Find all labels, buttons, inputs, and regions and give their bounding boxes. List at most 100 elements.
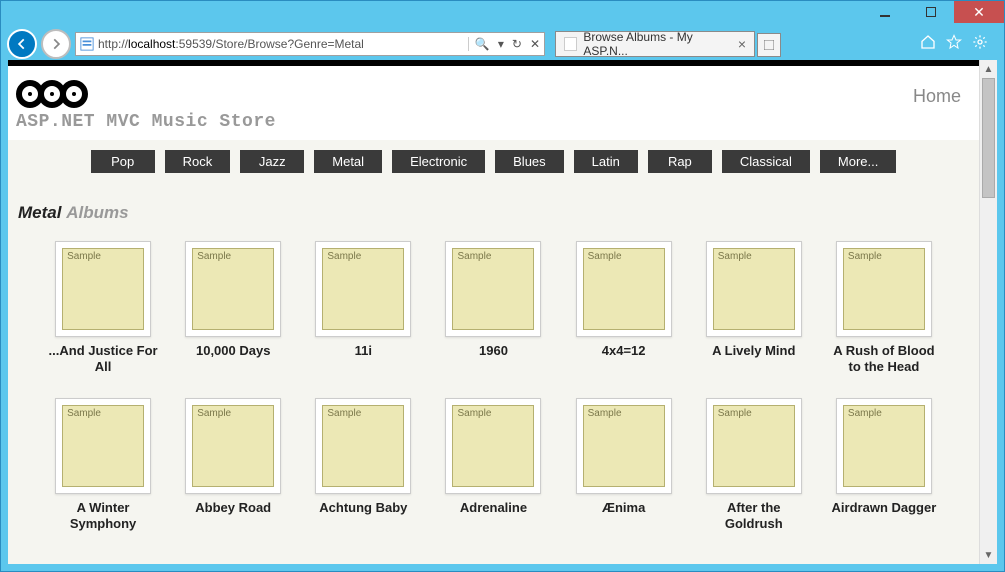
genre-button-classical[interactable]: Classical [722,150,810,173]
album-item[interactable]: Sample A Winter Symphony [48,398,158,533]
site-header: ASP.NET MVC Music Store Home [8,66,979,140]
forward-button[interactable] [41,29,71,59]
scroll-up-icon[interactable]: ▲ [980,60,997,78]
sample-label: Sample [457,408,491,419]
url-rest: :59539/Store/Browse?Genre=Metal [175,37,363,51]
genre-button-electronic[interactable]: Electronic [392,150,485,173]
album-cover[interactable]: Sample [836,241,932,337]
album-art-placeholder: Sample [322,405,404,487]
album-cover[interactable]: Sample [706,241,802,337]
sample-label: Sample [67,251,101,262]
brand: ASP.NET MVC Music Store [16,80,276,132]
album-item[interactable]: SampleAchtung Baby [308,398,418,533]
album-title: A Winter Symphony [48,500,158,533]
favorites-icon[interactable] [946,34,962,55]
album-item[interactable]: Sample...And Justice For All [48,241,158,376]
album-item[interactable]: Sample11i [308,241,418,376]
album-item[interactable]: Sample Adrenaline [438,398,548,533]
album-cover[interactable]: Sample [706,398,802,494]
home-icon[interactable] [920,34,936,55]
album-art-placeholder: Sample [583,405,665,487]
album-item[interactable]: Sample4x4=12 [569,241,679,376]
url-text: http://localhost:59539/Store/Browse?Genr… [98,37,468,51]
genre-button-pop[interactable]: Pop [91,150,155,173]
address-tools: 🔍 ▾ ↻ ✕ [468,37,540,51]
album-item[interactable]: SampleA Lively Mind [699,241,809,376]
content-area: ASP.NET MVC Music Store Home Pop Rock Jazz… [8,66,979,564]
minimize-button[interactable] [862,1,908,23]
tab-strip: Browse Albums - My ASP.N... × [555,31,906,57]
album-item[interactable]: Sample Ænima [569,398,679,533]
url-host: localhost [128,37,175,51]
album-art-placeholder: Sample [322,248,404,330]
tab-title: Browse Albums - My ASP.N... [583,30,731,58]
album-item[interactable]: Sample1960 [438,241,548,376]
album-cover[interactable]: Sample [55,241,151,337]
browser-toolbar: http://localhost:59539/Store/Browse?Genr… [1,29,1004,59]
album-cover[interactable]: Sample [445,241,541,337]
sample-label: Sample [197,408,231,419]
album-cover[interactable]: Sample [55,398,151,494]
album-cover[interactable]: Sample [315,398,411,494]
maximize-button[interactable] [908,1,954,23]
search-icon[interactable]: 🔍 [475,37,490,51]
album-cover[interactable]: Sample [576,241,672,337]
album-art-placeholder: Sample [713,248,795,330]
album-cover[interactable]: Sample [315,241,411,337]
album-cover[interactable]: Sample [576,398,672,494]
album-item[interactable]: SampleA Rush of Blood to the Head [829,241,939,376]
album-title: Airdrawn Dagger [829,500,939,516]
album-art-placeholder: Sample [843,248,925,330]
album-art-placeholder: Sample [713,405,795,487]
browser-window: ✕ http://localhost:59539/Store/Browse?Ge… [0,0,1005,572]
tab-close-icon[interactable]: × [738,37,746,51]
genre-button-jazz[interactable]: Jazz [240,150,304,173]
tools-icon[interactable] [972,34,988,55]
album-grid: Sample...And Justice For AllSample10,000… [8,231,979,542]
refresh-icon[interactable]: ↻ [512,37,522,51]
vertical-scrollbar[interactable]: ▲ ▼ [979,60,997,564]
album-art-placeholder: Sample [583,248,665,330]
sample-label: Sample [457,251,491,262]
scroll-down-icon[interactable]: ▼ [980,546,997,564]
album-cover[interactable]: Sample [185,241,281,337]
new-tab-button[interactable] [757,33,781,57]
genre-button-rap[interactable]: Rap [648,150,712,173]
scroll-thumb[interactable] [982,78,995,198]
back-button[interactable] [7,29,37,59]
logo-icon[interactable] [16,80,276,108]
album-item[interactable]: Sample After the Goldrush [699,398,809,533]
sample-label: Sample [588,408,622,419]
site-icon [80,37,94,51]
stop-icon[interactable]: ✕ [530,37,540,51]
sample-label: Sample [718,251,752,262]
genre-name: Metal [18,203,61,222]
album-title: After the Goldrush [699,500,809,533]
close-button[interactable]: ✕ [954,1,1004,23]
album-art-placeholder: Sample [192,248,274,330]
window-titlebar[interactable]: ✕ [1,1,1004,29]
sample-label: Sample [588,251,622,262]
album-art-placeholder: Sample [62,248,144,330]
album-cover[interactable]: Sample [836,398,932,494]
album-cover[interactable]: Sample [445,398,541,494]
tab-favicon [564,37,577,51]
browser-tab[interactable]: Browse Albums - My ASP.N... × [555,31,755,57]
scroll-track[interactable] [980,78,997,546]
address-bar[interactable]: http://localhost:59539/Store/Browse?Genr… [75,32,545,56]
genre-button-metal[interactable]: Metal [314,150,382,173]
album-title: Ænima [569,500,679,516]
album-title: Adrenaline [438,500,548,516]
genre-button-more[interactable]: More... [820,150,896,173]
genre-nav: Pop Rock Jazz Metal Electronic Blues Latin Rap C… [8,140,979,183]
album-item[interactable]: Sample Airdrawn Dagger [829,398,939,533]
dropdown-icon[interactable]: ▾ [498,37,504,51]
home-link[interactable]: Home [913,80,971,107]
genre-button-latin[interactable]: Latin [574,150,638,173]
album-item[interactable]: SampleAbbey Road [178,398,288,533]
album-cover[interactable]: Sample [185,398,281,494]
genre-button-blues[interactable]: Blues [495,150,564,173]
genre-button-rock[interactable]: Rock [165,150,231,173]
viewport: ASP.NET MVC Music Store Home Pop Rock Jazz… [7,59,998,565]
album-item[interactable]: Sample10,000 Days [178,241,288,376]
